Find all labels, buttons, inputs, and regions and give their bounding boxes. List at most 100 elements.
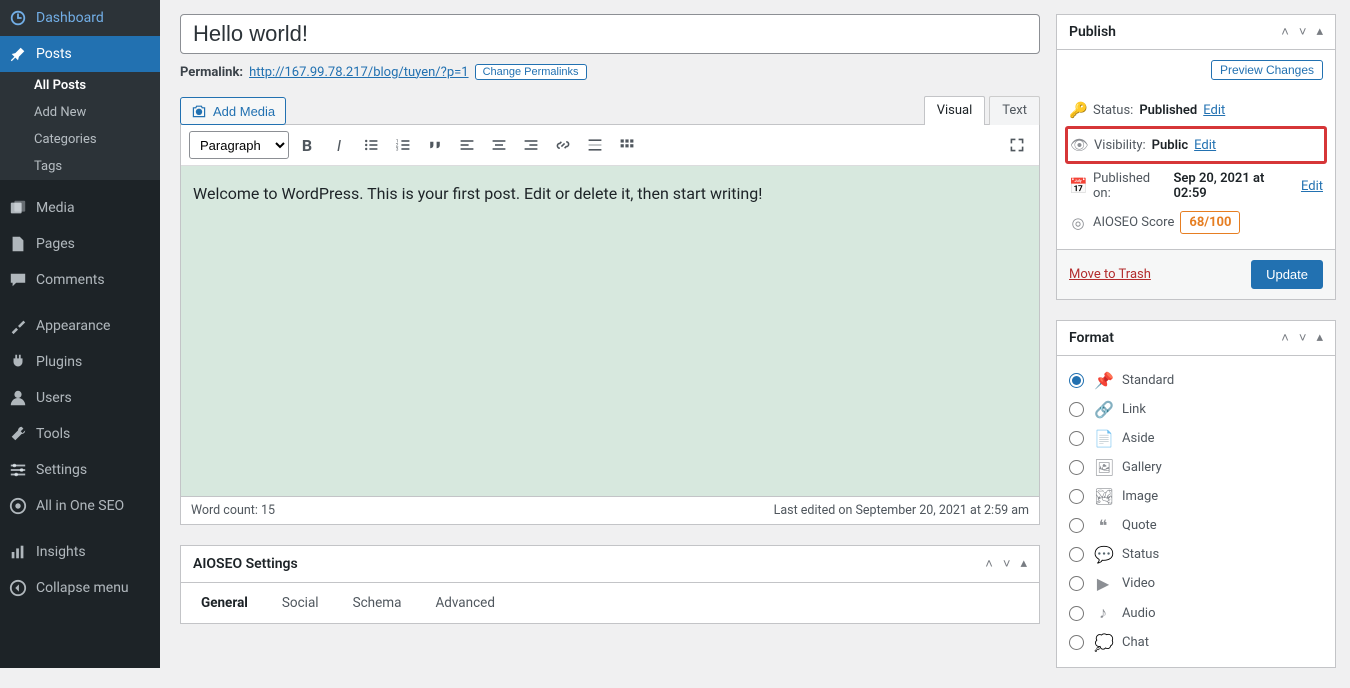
menu-settings[interactable]: Settings	[0, 452, 160, 488]
format-gallery[interactable]: 🖼Gallery	[1069, 453, 1323, 482]
menu-posts-label: Posts	[36, 46, 72, 62]
aioseo-panel-title: AIOSEO Settings	[193, 556, 298, 572]
comments-icon	[8, 270, 28, 290]
submenu-all-posts[interactable]: All Posts	[0, 72, 160, 99]
panel-down-icon[interactable]: ˅	[1299, 24, 1307, 40]
change-permalinks-button[interactable]: Change Permalinks	[475, 64, 587, 80]
edit-date-link[interactable]: Edit	[1301, 179, 1323, 194]
link-button[interactable]	[549, 131, 577, 159]
format-image[interactable]: 🏞Image	[1069, 482, 1323, 511]
format-chat[interactable]: 💭Chat	[1069, 628, 1323, 657]
edit-visibility-link[interactable]: Edit	[1194, 138, 1216, 153]
format-video[interactable]: ▶Video	[1069, 569, 1323, 598]
tab-text[interactable]: Text	[989, 96, 1040, 125]
editor-toolbar: Paragraph B I 123	[181, 125, 1039, 166]
appearance-icon	[8, 316, 28, 336]
status-row: 🔑 Status: Published Edit	[1069, 96, 1323, 124]
editor-statusbar: Word count: 15 Last edited on September …	[180, 497, 1040, 525]
status-icon: 💬	[1094, 545, 1112, 564]
tools-icon	[8, 424, 28, 444]
blockquote-button[interactable]	[421, 131, 449, 159]
panel-toggle-icon[interactable]: ▴	[1316, 24, 1323, 40]
update-button[interactable]: Update	[1251, 260, 1323, 289]
score-icon: ◎	[1069, 214, 1087, 232]
format-audio[interactable]: ♪Audio	[1069, 598, 1323, 628]
menu-posts[interactable]: Posts	[0, 36, 160, 72]
permalink-label: Permalink:	[180, 65, 243, 80]
menu-comments[interactable]: Comments	[0, 262, 160, 298]
editor-tabs: Visual Text	[924, 96, 1040, 125]
panel-up-icon[interactable]: ˄	[1281, 24, 1289, 40]
format-quote[interactable]: ❝Quote	[1069, 511, 1323, 540]
menu-collapse[interactable]: Collapse menu	[0, 570, 160, 606]
last-edited: Last edited on September 20, 2021 at 2:5…	[774, 503, 1029, 518]
link-icon: 🔗	[1094, 400, 1112, 419]
post-content: Welcome to WordPress. This is your first…	[193, 184, 762, 203]
number-list-button[interactable]: 123	[389, 131, 417, 159]
aioseo-score-badge: 68/100	[1180, 211, 1240, 234]
aioseo-tab-schema[interactable]: Schema	[353, 595, 402, 611]
camera-icon	[191, 103, 207, 119]
submenu-categories[interactable]: Categories	[0, 126, 160, 153]
aioseo-tab-advanced[interactable]: Advanced	[435, 595, 495, 611]
add-media-button[interactable]: Add Media	[180, 97, 286, 125]
permalink-url[interactable]: http://167.99.78.217/blog/tuyen/?p=1	[249, 65, 468, 80]
menu-dashboard-label: Dashboard	[36, 10, 104, 26]
menu-pages[interactable]: Pages	[0, 226, 160, 262]
users-icon	[8, 388, 28, 408]
submenu-tags[interactable]: Tags	[0, 153, 160, 180]
italic-button[interactable]: I	[325, 131, 353, 159]
toolbar-toggle-button[interactable]	[613, 131, 641, 159]
permalink-row: Permalink: http://167.99.78.217/blog/tuy…	[180, 64, 1040, 80]
format-title: Format	[1069, 330, 1114, 346]
aside-icon: 📄	[1094, 429, 1112, 448]
menu-plugins[interactable]: Plugins	[0, 344, 160, 380]
menu-insights[interactable]: Insights	[0, 534, 160, 570]
align-right-button[interactable]	[517, 131, 545, 159]
media-icon	[8, 198, 28, 218]
menu-users[interactable]: Users	[0, 380, 160, 416]
menu-appearance[interactable]: Appearance	[0, 308, 160, 344]
pages-icon	[8, 234, 28, 254]
readmore-button[interactable]	[581, 131, 609, 159]
menu-media[interactable]: Media	[0, 190, 160, 226]
editor-wrap: Paragraph B I 123 Welcome to WordPress. …	[180, 124, 1040, 497]
menu-tools[interactable]: Tools	[0, 416, 160, 452]
format-aside[interactable]: 📄Aside	[1069, 424, 1323, 453]
fullscreen-button[interactable]	[1003, 131, 1031, 159]
audio-icon: ♪	[1094, 603, 1112, 623]
move-to-trash-link[interactable]: Move to Trash	[1069, 267, 1151, 282]
format-link[interactable]: 🔗Link	[1069, 395, 1323, 424]
edit-status-link[interactable]: Edit	[1203, 103, 1225, 118]
panel-toggle-icon[interactable]: ▴	[1316, 330, 1323, 346]
published-row: 📅 Published on: Sep 20, 2021 at 02:59 Ed…	[1069, 166, 1323, 206]
preview-button[interactable]: Preview Changes	[1211, 60, 1323, 80]
submenu-add-new[interactable]: Add New	[0, 99, 160, 126]
panel-toggle-icon[interactable]: ▴	[1020, 556, 1027, 572]
word-count: Word count: 15	[191, 503, 275, 518]
format-status[interactable]: 💬Status	[1069, 540, 1323, 569]
dashboard-icon	[8, 8, 28, 28]
format-standard[interactable]: 📌Standard	[1069, 366, 1323, 395]
bold-button[interactable]: B	[293, 131, 321, 159]
align-center-button[interactable]	[485, 131, 513, 159]
panel-up-icon[interactable]: ˄	[985, 556, 993, 572]
gallery-icon: 🖼	[1094, 458, 1112, 477]
aioseo-tab-social[interactable]: Social	[282, 595, 319, 611]
tab-visual[interactable]: Visual	[924, 96, 986, 125]
settings-icon	[8, 460, 28, 480]
visibility-highlight: 👁 Visibility: Public Edit	[1065, 126, 1327, 164]
insights-icon	[8, 542, 28, 562]
menu-aioseo[interactable]: All in One SEO	[0, 488, 160, 524]
post-title-input[interactable]	[180, 14, 1040, 54]
editor-content[interactable]: Welcome to WordPress. This is your first…	[181, 166, 1039, 496]
panel-down-icon[interactable]: ˅	[1299, 330, 1307, 346]
aioseo-tab-general[interactable]: General	[201, 595, 248, 611]
paragraph-select[interactable]: Paragraph	[189, 131, 289, 159]
menu-dashboard[interactable]: Dashboard	[0, 0, 160, 36]
panel-down-icon[interactable]: ˅	[1003, 556, 1011, 572]
plugins-icon	[8, 352, 28, 372]
bullet-list-button[interactable]	[357, 131, 385, 159]
panel-up-icon[interactable]: ˄	[1281, 330, 1289, 346]
align-left-button[interactable]	[453, 131, 481, 159]
